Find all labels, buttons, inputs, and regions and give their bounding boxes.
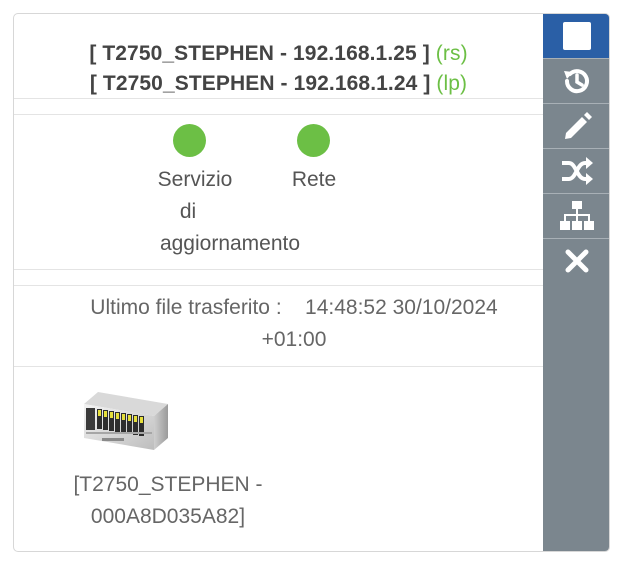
- stop-button[interactable]: [543, 14, 609, 58]
- update-service-label-line3: aggiornamento: [159, 232, 301, 255]
- update-service-status-dot: [173, 124, 206, 157]
- device-name-line2: 000A8D035A82]: [90, 505, 246, 528]
- pencil-icon: [565, 111, 592, 139]
- shuffle-button[interactable]: [543, 148, 609, 192]
- history-icon: [564, 68, 589, 93]
- sitemap-icon: [560, 200, 594, 230]
- divider: [14, 98, 543, 99]
- last-transfer: Ultimo file trasferito : 14:48:52 30/10/…: [54, 292, 534, 356]
- edit-button[interactable]: [543, 103, 609, 147]
- divider: [14, 366, 543, 367]
- card-main: [ T2750_STEPHEN - 192.168.1.25 ] (rs) [ …: [14, 14, 543, 551]
- device-name-line1: [T2750_STEPHEN -: [73, 473, 263, 496]
- header-line-2-tag: (lp): [436, 72, 468, 95]
- device-card: [ T2750_STEPHEN - 192.168.1.25 ] (rs) [ …: [13, 13, 610, 552]
- shuffle-icon: [562, 156, 593, 185]
- last-transfer-label: Ultimo file trasferito :: [90, 296, 282, 319]
- divider: [14, 285, 543, 286]
- update-service-label-line2: di: [179, 200, 197, 223]
- device-name: [T2750_STEPHEN - 000A8D035A82]: [44, 469, 292, 533]
- update-service-label-line1: Servizio: [157, 168, 233, 191]
- header-line-1-tag: (rs): [435, 42, 468, 65]
- header-line-1: [ T2750_STEPHEN - 192.168.1.25 ] (rs): [14, 42, 543, 66]
- stop-square-icon: [563, 22, 591, 50]
- last-transfer-tz: +01:00: [261, 328, 327, 351]
- network-label: Rete: [291, 168, 337, 191]
- close-button[interactable]: [543, 238, 609, 282]
- header-line-2-text: [ T2750_STEPHEN - 192.168.1.24 ]: [89, 72, 431, 95]
- divider: [14, 269, 543, 270]
- action-sidebar: [543, 14, 609, 551]
- network-status-dot: [297, 124, 330, 157]
- header-line-1-text: [ T2750_STEPHEN - 192.168.1.25 ]: [89, 42, 430, 65]
- header-line-2: [ T2750_STEPHEN - 192.168.1.24 ] (lp): [14, 72, 543, 96]
- last-transfer-value: 14:48:52 30/10/2024: [305, 296, 498, 319]
- close-icon: [565, 249, 589, 272]
- divider: [14, 114, 543, 115]
- history-button[interactable]: [543, 58, 609, 102]
- plc-controller-image[interactable]: [80, 390, 170, 452]
- sitemap-button[interactable]: [543, 193, 609, 237]
